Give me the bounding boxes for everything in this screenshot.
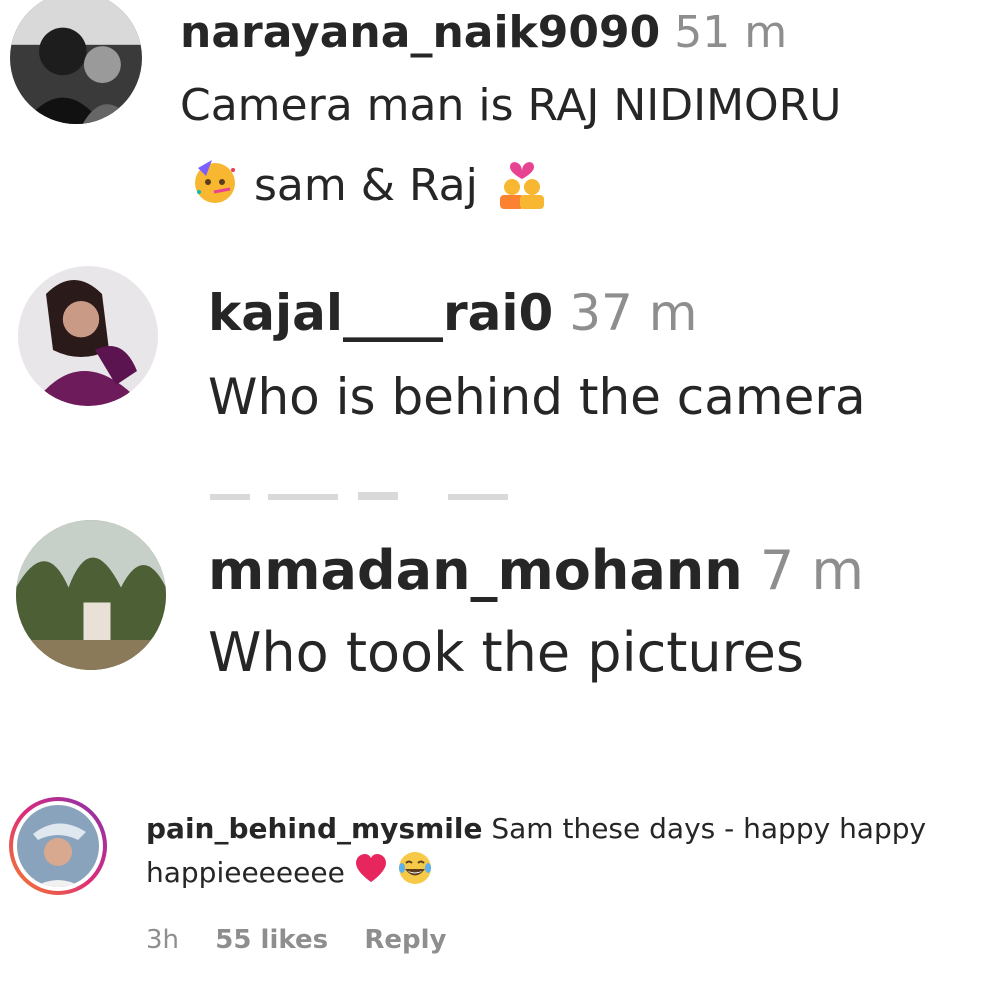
timestamp: 37 m — [569, 284, 698, 342]
comment-meta: 3h 55 likes Reply — [146, 920, 474, 960]
timestamp: 51 m — [674, 7, 788, 58]
avatar[interactable] — [18, 266, 158, 406]
username[interactable]: narayana_naik9090 — [180, 7, 660, 58]
couple-with-heart-icon — [492, 153, 552, 223]
likes-count[interactable]: 55 likes — [215, 925, 328, 955]
laughing-face-icon — [397, 850, 433, 898]
avatar-with-story-ring[interactable] — [8, 796, 108, 896]
username[interactable]: pain_behind_mysmile — [146, 812, 482, 845]
avatar[interactable] — [10, 0, 142, 124]
reply-button[interactable]: Reply — [364, 925, 446, 955]
comment-text-continued: sam & Raj — [254, 160, 478, 211]
comment-text-line-2: sam & Raj — [190, 153, 552, 223]
heart-icon — [354, 853, 388, 895]
comment-text: Who took the pictures — [208, 621, 805, 684]
comment-header: mmadan_mohann 7 m — [208, 538, 864, 604]
username[interactable]: mmadan_mohann — [208, 539, 743, 602]
username[interactable]: kajal____rai0 — [208, 284, 553, 342]
clipped-text-line — [208, 478, 568, 502]
comment-age: 3h — [146, 925, 180, 955]
comment-body: pain_behind_mysmile Sam these days - hap… — [146, 808, 996, 898]
comment-text: Who is behind the camera — [208, 368, 866, 426]
timestamp: 7 m — [759, 539, 864, 602]
comment-header: narayana_naik9090 51 m — [180, 5, 787, 61]
partying-face-icon — [190, 156, 240, 220]
avatar[interactable] — [16, 520, 166, 670]
comment-header: kajal____rai0 37 m — [208, 282, 697, 344]
comment-text: Camera man is RAJ NIDIMORU — [180, 80, 842, 131]
